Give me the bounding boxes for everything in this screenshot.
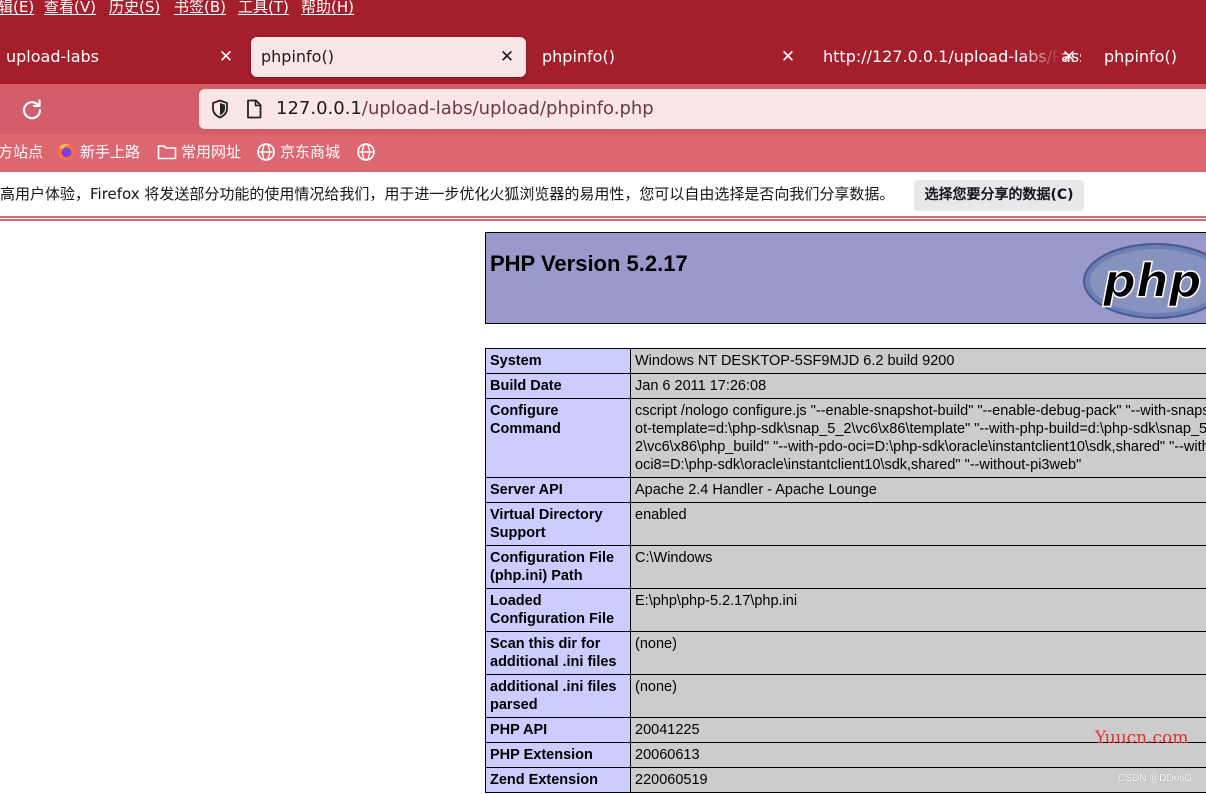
bookmark-globe[interactable] bbox=[356, 134, 380, 172]
row-key: Virtual Directory Support bbox=[485, 502, 631, 546]
row-key: Loaded Configuration File bbox=[485, 588, 631, 632]
menu-edit[interactable]: 辑(E) bbox=[0, 0, 34, 17]
row-value: Windows NT DESKTOP-5SF9MJD 6.2 build 920… bbox=[630, 348, 1206, 374]
credit-watermark: CSDN @DDosG bbox=[1118, 773, 1193, 784]
row-value: Apache 2.4 Handler - Apache Lounge bbox=[630, 477, 1206, 503]
url-text[interactable]: 127.0.0.1/upload-labs/upload/phpinfo.php bbox=[276, 89, 654, 129]
telemetry-notification: 高用户体验，Firefox 将发送部分功能的使用情况给我们，用于进一步优化火狐浏… bbox=[0, 172, 1206, 216]
row-key: Configuration File (php.ini) Path bbox=[485, 545, 631, 589]
row-key: PHP Extension bbox=[485, 742, 631, 768]
row-value: Jan 6 2011 17:26:08 bbox=[630, 373, 1206, 399]
row-value: (none) bbox=[630, 631, 1206, 675]
page-title: PHP Version 5.2.17 bbox=[490, 251, 688, 276]
row-key: Scan this dir for additional .ini files bbox=[485, 631, 631, 675]
bookmark-getting-started[interactable]: 新手上路 bbox=[56, 134, 140, 172]
row-key: Configure Command bbox=[485, 398, 631, 478]
url-bar[interactable]: 127.0.0.1/upload-labs/upload/phpinfo.php bbox=[199, 89, 1206, 129]
php-header: PHP Version 5.2.17 php bbox=[485, 232, 1206, 324]
globe-icon bbox=[357, 142, 375, 161]
tab-upload-labs[interactable]: upload-labs ✕ bbox=[0, 37, 244, 77]
svg-text:php: php bbox=[1102, 254, 1202, 308]
bookmark-label: 京东商城 bbox=[280, 143, 341, 161]
reload-icon[interactable] bbox=[18, 96, 46, 124]
table-row: Configuration File (php.ini) Path C:\Wind… bbox=[485, 545, 1206, 589]
menu-view[interactable]: 查看(V) bbox=[44, 0, 96, 17]
close-icon[interactable]: ✕ bbox=[1059, 37, 1079, 77]
table-row: Virtual Directory Support enabled bbox=[485, 502, 1206, 546]
close-icon[interactable]: ✕ bbox=[497, 37, 517, 77]
table-row: Loaded Configuration File E:\php\php-5.2.… bbox=[485, 588, 1206, 632]
tab-fade bbox=[1021, 37, 1061, 77]
table-row: Build Date Jan 6 2011 17:26:08 bbox=[485, 373, 1206, 399]
menu-tools[interactable]: 工具(T) bbox=[238, 0, 289, 17]
tab-phpinfo-3[interactable]: phpinfo() bbox=[1098, 37, 1206, 77]
row-value: cscript /nologo configure.js "--enable-s… bbox=[630, 398, 1206, 478]
table-row: Server API Apache 2.4 Handler - Apache Lo… bbox=[485, 477, 1206, 503]
bookmarks-bar: 方站点 新手上路 常用网址 京东商城 bbox=[0, 134, 1206, 172]
tab-upload-labs-pass[interactable]: http://127.0.0.1/upload-labs/Pass ✕ bbox=[817, 37, 1081, 77]
row-key: Build Date bbox=[485, 373, 631, 399]
table-row: System Windows NT DESKTOP-5SF9MJD 6.2 bui… bbox=[485, 348, 1206, 374]
tab-phpinfo-active[interactable]: phpinfo() ✕ bbox=[251, 37, 526, 77]
shield-icon[interactable] bbox=[210, 99, 230, 123]
row-value: (none) bbox=[630, 674, 1206, 718]
table-row: Zend Extension 220060519 bbox=[485, 767, 1206, 793]
close-icon[interactable]: ✕ bbox=[216, 37, 236, 77]
tab-strip: upload-labs ✕ phpinfo() ✕ phpinfo() ✕ ht… bbox=[0, 30, 1206, 84]
bookmark-common-sites[interactable]: 常用网址 bbox=[157, 134, 241, 172]
table-row: Configure Command cscript /nologo configu… bbox=[485, 398, 1206, 478]
menu-bookmarks[interactable]: 书签(B) bbox=[174, 0, 226, 17]
tab-label: phpinfo() bbox=[542, 47, 615, 66]
tab-label: phpinfo() bbox=[261, 47, 334, 66]
menu-history[interactable]: 历史(S) bbox=[109, 0, 160, 17]
row-key: Zend Extension bbox=[485, 767, 631, 793]
globe-icon bbox=[257, 142, 275, 161]
php-info-table: System Windows NT DESKTOP-5SF9MJD 6.2 bui… bbox=[485, 348, 1206, 793]
menu-bar: 辑(E) 查看(V) 历史(S) 书签(B) 工具(T) 帮助(H) bbox=[0, 0, 1206, 30]
table-row: additional .ini files parsed (none) bbox=[485, 674, 1206, 718]
browser-chrome: 辑(E) 查看(V) 历史(S) 书签(B) 工具(T) 帮助(H) uploa… bbox=[0, 0, 1206, 221]
notification-message: 高用户体验，Firefox 将发送部分功能的使用情况给我们，用于进一步优化火狐浏… bbox=[0, 185, 895, 203]
row-key: System bbox=[485, 348, 631, 374]
bookmark-label: 新手上路 bbox=[80, 143, 141, 161]
row-key: additional .ini files parsed bbox=[485, 674, 631, 718]
site-watermark: Yuucn.com bbox=[1095, 728, 1189, 748]
firefox-icon bbox=[57, 143, 75, 160]
php-logo[interactable]: php bbox=[1081, 241, 1206, 321]
row-value: C:\Windows bbox=[630, 545, 1206, 589]
menu-help[interactable]: 帮助(H) bbox=[301, 0, 354, 17]
tab-phpinfo-2[interactable]: phpinfo() ✕ bbox=[536, 37, 800, 77]
bookmark-label: 常用网址 bbox=[181, 143, 242, 161]
tab-label: upload-labs bbox=[6, 47, 100, 66]
choose-data-button[interactable]: 选择您要分享的数据(C) bbox=[914, 180, 1084, 211]
row-value: enabled bbox=[630, 502, 1206, 546]
page-icon[interactable] bbox=[245, 99, 263, 123]
close-icon[interactable]: ✕ bbox=[778, 37, 798, 77]
table-row: Scan this dir for additional .ini files(… bbox=[485, 631, 1206, 675]
row-value: E:\php\php-5.2.17\php.ini bbox=[630, 588, 1206, 632]
divider bbox=[0, 219, 1206, 221]
row-key: PHP API bbox=[485, 717, 631, 743]
divider bbox=[0, 216, 1206, 218]
tab-label: phpinfo() bbox=[1104, 47, 1177, 66]
bookmark-jd[interactable]: 京东商城 bbox=[256, 134, 340, 172]
row-key: Server API bbox=[485, 477, 631, 503]
nav-bar: 127.0.0.1/upload-labs/upload/phpinfo.php bbox=[0, 84, 1206, 134]
folder-icon bbox=[157, 144, 177, 159]
bookmark-official-site[interactable]: 方站点 bbox=[0, 134, 43, 172]
